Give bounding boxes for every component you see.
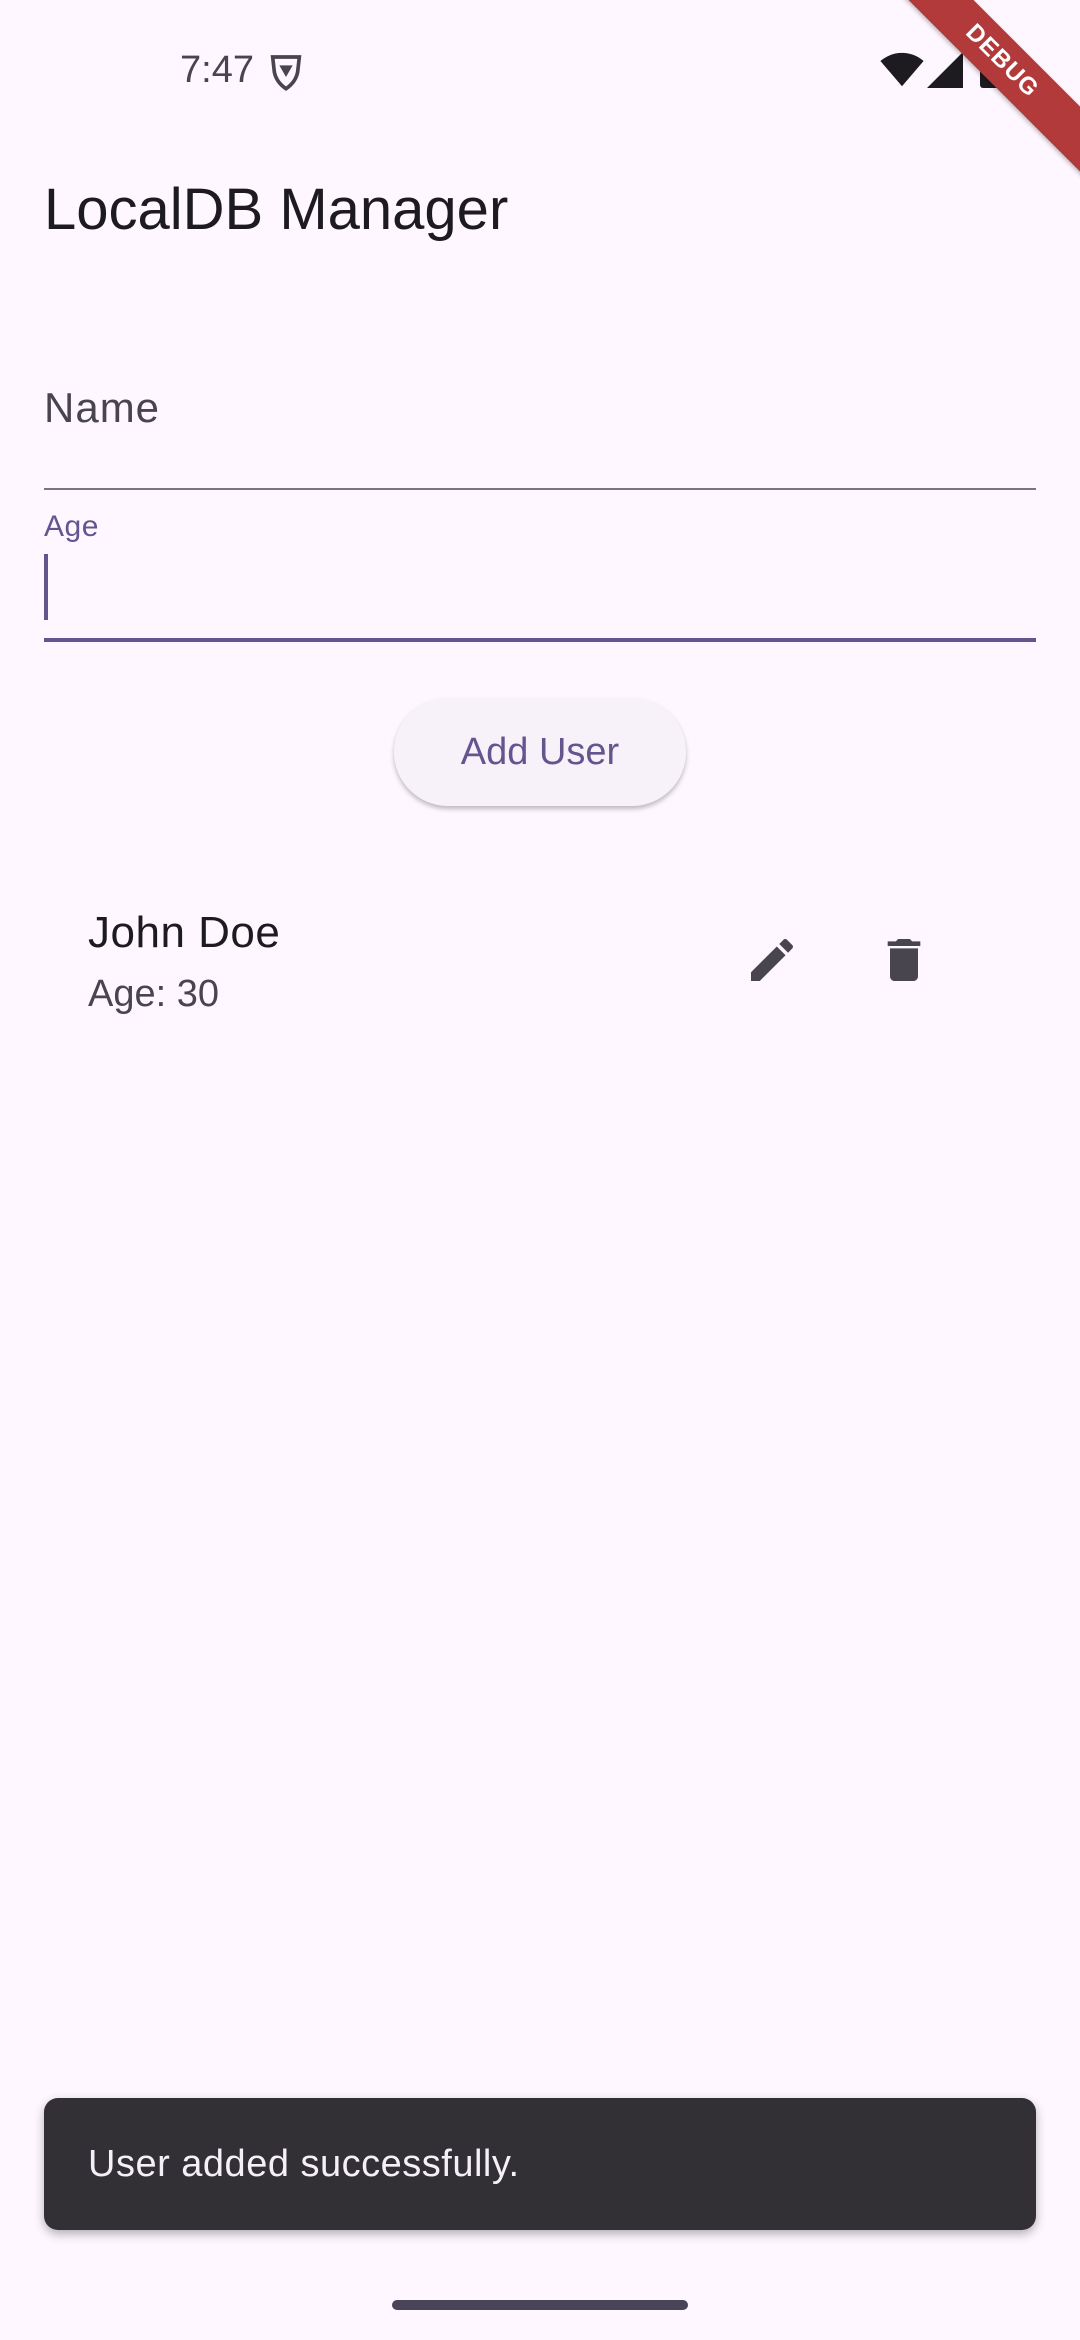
status-time: 7:47: [180, 49, 254, 91]
user-name: John Doe: [88, 908, 281, 957]
wifi-icon: [880, 52, 924, 87]
status-bar: 7:47: [0, 0, 1080, 140]
signal-icon: [927, 52, 963, 88]
name-field[interactable]: Name: [44, 360, 1036, 490]
user-list-item[interactable]: John Doe Age: 30: [44, 880, 1036, 1040]
age-field[interactable]: Age: [44, 500, 1036, 642]
age-field-label: Age: [44, 510, 99, 543]
edit-user-button[interactable]: [732, 920, 812, 1000]
snackbar-message: User added successfully.: [88, 2143, 520, 2185]
add-user-button[interactable]: Add User: [394, 698, 686, 806]
delete-user-button[interactable]: [864, 920, 944, 1000]
text-cursor: [44, 554, 48, 620]
edit-icon: [751, 938, 794, 981]
vpn-shield-icon: [270, 55, 302, 91]
delete-icon: [887, 939, 921, 981]
name-field-label: Name: [44, 384, 161, 431]
age-input[interactable]: [50, 554, 1034, 622]
app-title: LocalDB Manager: [44, 177, 509, 242]
user-age: Age: 30: [88, 973, 219, 1015]
snackbar: User added successfully.: [44, 2098, 1036, 2230]
home-indicator[interactable]: [392, 2300, 688, 2310]
